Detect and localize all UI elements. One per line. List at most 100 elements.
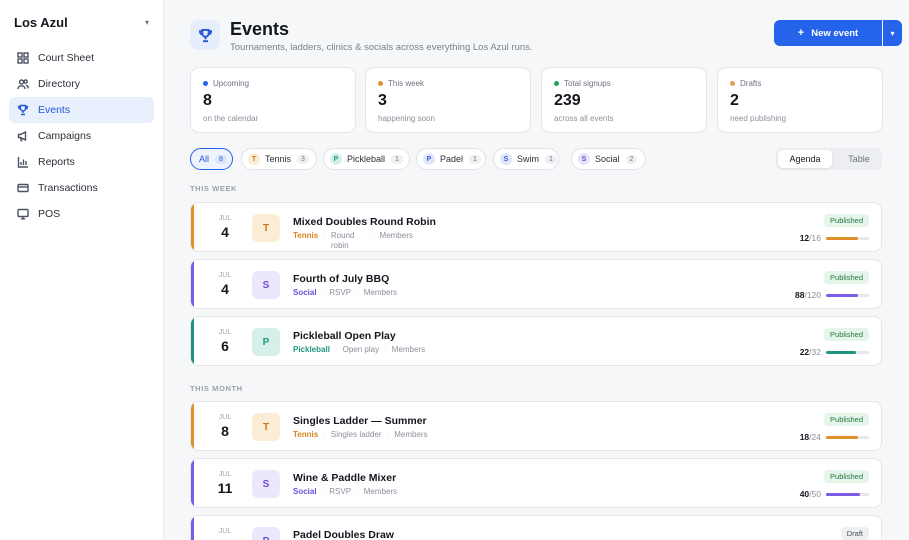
category-accent bbox=[191, 402, 194, 450]
event-month: JUL bbox=[218, 329, 232, 336]
event-audience: Members bbox=[391, 345, 426, 354]
sidebar-item-label: POS bbox=[38, 208, 61, 220]
signup-count: 88/120 bbox=[794, 290, 821, 300]
event-title: Singles Ladder — Summer bbox=[293, 415, 427, 427]
sidebar-item-reports[interactable]: Reports bbox=[9, 149, 154, 175]
stat-value: 2 bbox=[730, 92, 739, 109]
event-category: Social bbox=[293, 288, 317, 297]
event-row[interactable]: JUL 8 T Singles Ladder — Summer Tennis · … bbox=[190, 401, 882, 451]
category-accent bbox=[191, 516, 194, 540]
new-event-button[interactable]: + New event bbox=[774, 20, 882, 46]
social-icon: S bbox=[252, 470, 280, 498]
event-month: JUL bbox=[218, 215, 232, 222]
filter-chip-swim[interactable]: S Swim 1 bbox=[493, 148, 559, 170]
event-title: Wine & Paddle Mixer bbox=[293, 472, 397, 484]
status-badge: Published bbox=[824, 271, 869, 284]
status-badge: Draft bbox=[840, 527, 869, 540]
chip-count: 3 bbox=[297, 154, 309, 164]
new-event-menu-button[interactable]: ▾ bbox=[883, 20, 902, 46]
signup-count: 12/16 bbox=[799, 233, 821, 243]
sidebar-item-label: Campaigns bbox=[38, 130, 92, 142]
chip-count: 8 bbox=[215, 154, 227, 164]
sidebar-item-events[interactable]: Events bbox=[9, 97, 154, 123]
stat-caption: need publishing bbox=[730, 114, 787, 123]
chevron-down-icon: ▾ bbox=[890, 28, 895, 38]
event-row[interactable]: JUL 11 S Wine & Paddle Mixer Social · RSV… bbox=[190, 458, 882, 508]
signup-progress-fill bbox=[826, 436, 859, 439]
event-format: Singles ladder bbox=[330, 430, 382, 439]
stat-caption: across all events bbox=[554, 114, 614, 123]
pickleball-icon: P bbox=[252, 328, 280, 356]
filter-chip-tennis[interactable]: T Tennis 3 bbox=[241, 148, 317, 170]
org-switcher[interactable]: Los Azul ▾ bbox=[14, 13, 149, 31]
sidebar-nav: Court Sheet Directory Events Campaigns R… bbox=[9, 45, 154, 227]
event-row[interactable]: JUL 6 P Pickleball Open Play Pickleball ·… bbox=[190, 316, 882, 366]
tennis-icon: T bbox=[252, 214, 280, 242]
chip-label: Padel bbox=[440, 154, 464, 164]
sidebar-item-transactions[interactable]: Transactions bbox=[9, 175, 154, 201]
event-month: JUL bbox=[218, 528, 232, 535]
event-meta: Tennis · Singles ladder · Members bbox=[293, 430, 428, 439]
event-row[interactable]: JUL 4 S Fourth of July BBQ Social · RSVP ·… bbox=[190, 259, 882, 309]
credit-card-icon bbox=[17, 183, 29, 193]
section-heading-this-month: THIS MONTH bbox=[190, 384, 243, 393]
stat-value: 239 bbox=[554, 92, 581, 109]
stats-row: Upcoming 8 on the calendar This week 3 h… bbox=[190, 67, 883, 133]
category-accent bbox=[191, 317, 194, 365]
event-audience: Members bbox=[394, 430, 428, 439]
sidebar-item-label: Court Sheet bbox=[38, 52, 95, 64]
category-accent bbox=[191, 203, 194, 251]
signup-progress bbox=[826, 493, 869, 496]
event-category: Social bbox=[293, 487, 317, 496]
tab-table[interactable]: Table bbox=[832, 150, 886, 168]
stat-card-total-signups: Total signups 239 across all events bbox=[541, 67, 707, 133]
signup-count: 18/24 bbox=[799, 432, 821, 442]
stat-label: This week bbox=[388, 79, 425, 88]
sidebar-item-court-sheet[interactable]: Court Sheet bbox=[9, 45, 154, 71]
event-category: Tennis bbox=[293, 430, 319, 439]
status-badge: Published bbox=[824, 470, 869, 483]
event-month: JUL bbox=[218, 471, 232, 478]
stat-value: 3 bbox=[378, 92, 387, 109]
new-event-label: New event bbox=[811, 27, 859, 39]
tennis-icon: T bbox=[252, 413, 280, 441]
filter-chip-social[interactable]: S Social 2 bbox=[571, 148, 646, 170]
stat-card-this-week: This week 3 happening soon bbox=[365, 67, 531, 133]
page-subtitle: Tournaments, ladders, clinics & socials … bbox=[230, 42, 533, 53]
chip-label: All bbox=[199, 154, 210, 164]
filter-chip-padel[interactable]: P Padel 1 bbox=[416, 148, 486, 170]
padel-icon: P bbox=[252, 527, 280, 540]
social-icon: S bbox=[252, 271, 280, 299]
status-badge: Published bbox=[824, 328, 869, 341]
stat-card-drafts: Drafts 2 need publishing bbox=[717, 67, 883, 133]
event-meta: Tennis · Round robin · Members bbox=[293, 231, 413, 250]
social-icon: S bbox=[578, 153, 590, 165]
event-row[interactable]: JUL P Padel Doubles Draw Draft bbox=[190, 515, 882, 540]
event-meta: Social · RSVP · Members bbox=[293, 288, 398, 297]
event-title: Padel Doubles Draw bbox=[293, 529, 394, 540]
event-month: JUL bbox=[218, 272, 232, 279]
trophy-icon bbox=[190, 20, 220, 50]
org-name: Los Azul bbox=[14, 14, 68, 30]
page-title: Events bbox=[230, 19, 290, 39]
event-audience: Members bbox=[363, 288, 398, 297]
category-accent bbox=[191, 459, 194, 507]
padel-icon: P bbox=[423, 153, 435, 165]
tab-agenda[interactable]: Agenda bbox=[778, 150, 832, 168]
filter-chip-all[interactable]: All 8 bbox=[190, 148, 233, 170]
signup-count: 22/32 bbox=[799, 347, 821, 357]
signup-progress-fill bbox=[826, 294, 858, 297]
status-dot bbox=[554, 81, 559, 86]
event-title: Fourth of July BBQ bbox=[293, 273, 390, 285]
chip-count: 1 bbox=[391, 154, 403, 164]
sidebar-item-label: Transactions bbox=[38, 182, 98, 194]
sidebar-item-campaigns[interactable]: Campaigns bbox=[9, 123, 154, 149]
sidebar-item-directory[interactable]: Directory bbox=[9, 71, 154, 97]
stat-label: Upcoming bbox=[213, 79, 250, 88]
event-audience: Members bbox=[379, 231, 413, 240]
event-row[interactable]: JUL 4 T Mixed Doubles Round Robin Tennis… bbox=[190, 202, 882, 252]
filter-chip-pickleball[interactable]: P Pickleball 1 bbox=[323, 148, 410, 170]
sidebar-item-pos[interactable]: POS bbox=[9, 201, 154, 227]
event-day: 4 bbox=[221, 281, 229, 297]
category-accent bbox=[191, 260, 194, 308]
